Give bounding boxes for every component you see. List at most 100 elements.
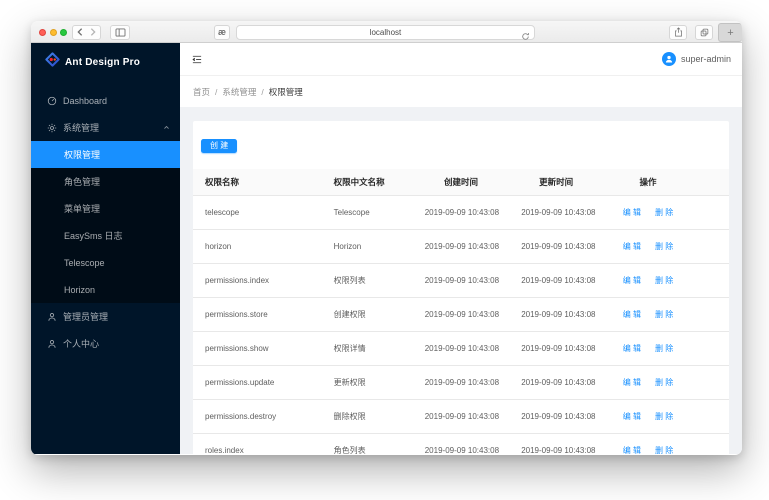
delete-link[interactable]: 删 除: [655, 378, 673, 387]
sidebar-item-label: 菜单管理: [64, 202, 100, 215]
cell-actions: 编 辑删 除: [603, 434, 729, 455]
menu-fold-icon[interactable]: [191, 54, 203, 65]
permissions-card: 创 建 权限名称 权限中文名称 创建时间 更新时间 操作: [193, 121, 729, 454]
cell-actions: 编 辑删 除: [603, 230, 729, 264]
sidebar-item-label: 权限管理: [64, 148, 100, 161]
breadcrumb-system[interactable]: 系统管理: [222, 86, 256, 98]
zoom-window-button[interactable]: [60, 29, 67, 36]
delete-link[interactable]: 删 除: [655, 412, 673, 421]
sidebar-item-label: Dashboard: [63, 96, 107, 106]
minimize-window-button[interactable]: [50, 29, 57, 36]
cell-actions: 编 辑删 除: [603, 264, 729, 298]
sidebar-item-dashboard[interactable]: Dashboard: [31, 87, 180, 114]
breadcrumb-home[interactable]: 首页: [193, 86, 210, 98]
chevron-up-icon: [163, 124, 170, 131]
user-icon: [47, 339, 57, 349]
sidebar-item-permission-management[interactable]: 权限管理: [31, 141, 180, 168]
cell-updated: 2019-09-09 10:43:08: [509, 264, 603, 298]
cell-cn-name: 权限详情: [322, 332, 413, 366]
cell-created: 2019-09-09 10:43:08: [413, 196, 509, 230]
sidebar-item-easysms-log[interactable]: EasySms 日志: [31, 222, 180, 249]
tabs-overview-button[interactable]: [695, 25, 713, 40]
sidebar-item-system-management[interactable]: 系统管理: [31, 114, 180, 141]
sidebar-toggle-button[interactable]: [110, 25, 130, 40]
plus-icon: +: [727, 27, 733, 39]
cell-updated: 2019-09-09 10:43:08: [509, 196, 603, 230]
back-button[interactable]: [72, 25, 87, 40]
delete-link[interactable]: 删 除: [655, 446, 673, 454]
dashboard-icon: [47, 96, 57, 106]
create-button[interactable]: 创 建: [201, 139, 237, 153]
sidebar-item-horizon[interactable]: Horizon: [31, 276, 180, 303]
delete-link[interactable]: 删 除: [655, 242, 673, 251]
breadcrumb-separator: /: [215, 87, 217, 97]
edit-link[interactable]: 编 辑: [623, 242, 641, 251]
ae-glyph-icon: æ: [218, 27, 226, 37]
cell-name: horizon: [193, 230, 322, 264]
logo-text: Ant Design Pro: [65, 57, 140, 68]
cell-updated: 2019-09-09 10:43:08: [509, 400, 603, 434]
cell-actions: 编 辑删 除: [603, 298, 729, 332]
table-row: permissions.destroy 删除权限 2019-09-09 10:4…: [193, 400, 729, 434]
sidebar-item-label: 管理员管理: [63, 310, 108, 323]
sidebar-item-telescope[interactable]: Telescope: [31, 249, 180, 276]
toolbar: 创 建: [193, 135, 729, 153]
user-menu[interactable]: super-admin: [662, 52, 731, 66]
breadcrumb-separator: /: [261, 87, 263, 97]
col-created-at: 创建时间: [413, 169, 509, 196]
sidebar-item-profile-center[interactable]: 个人中心: [31, 330, 180, 357]
cell-actions: 编 辑删 除: [603, 366, 729, 400]
delete-link[interactable]: 删 除: [655, 344, 673, 353]
edit-link[interactable]: 编 辑: [623, 276, 641, 285]
sidebar-item-label: Telescope: [64, 258, 105, 268]
sidebar-menu: Dashboard 系统管理 权限管理 角色管理 菜单管理 EasySms 日志…: [31, 81, 180, 357]
delete-link[interactable]: 删 除: [655, 276, 673, 285]
edit-link[interactable]: 编 辑: [623, 208, 641, 217]
address-bar[interactable]: localhost: [236, 25, 535, 40]
system-management-submenu: 权限管理 角色管理 菜单管理 EasySms 日志 Telescope Hori…: [31, 141, 180, 303]
share-button[interactable]: [669, 25, 687, 40]
forward-button[interactable]: [86, 25, 101, 40]
cell-created: 2019-09-09 10:43:08: [413, 366, 509, 400]
cell-updated: 2019-09-09 10:43:08: [509, 332, 603, 366]
cell-cn-name: 更新权限: [322, 366, 413, 400]
cell-created: 2019-09-09 10:43:08: [413, 400, 509, 434]
tabs-overview-icon: [700, 28, 709, 37]
reload-icon[interactable]: [521, 28, 530, 46]
edit-link[interactable]: 编 辑: [623, 446, 641, 454]
sidebar-item-label: 系统管理: [63, 121, 99, 134]
extension-button[interactable]: æ: [214, 25, 230, 40]
edit-link[interactable]: 编 辑: [623, 412, 641, 421]
main-area: super-admin 首页 / 系统管理 / 权限管理 创 建: [180, 43, 742, 454]
new-tab-button[interactable]: +: [718, 23, 742, 42]
back-chevron-icon: [77, 28, 83, 36]
close-window-button[interactable]: [39, 29, 46, 36]
sidebar: Ant Design Pro Dashboard 系统管理 权限管理 角色: [31, 43, 180, 454]
cell-updated: 2019-09-09 10:43:08: [509, 366, 603, 400]
cell-cn-name: 权限列表: [322, 264, 413, 298]
cell-name: permissions.index: [193, 264, 322, 298]
cell-updated: 2019-09-09 10:43:08: [509, 434, 603, 455]
cell-actions: 编 辑删 除: [603, 400, 729, 434]
cell-name: permissions.update: [193, 366, 322, 400]
cell-name: telescope: [193, 196, 322, 230]
sidebar-item-admin-management[interactable]: 管理员管理: [31, 303, 180, 330]
breadcrumb: 首页 / 系统管理 / 权限管理: [180, 76, 742, 107]
table-row: permissions.index 权限列表 2019-09-09 10:43:…: [193, 264, 729, 298]
delete-link[interactable]: 删 除: [655, 208, 673, 217]
logo[interactable]: Ant Design Pro: [31, 43, 180, 81]
edit-link[interactable]: 编 辑: [623, 344, 641, 353]
sidebar-item-label: 个人中心: [63, 337, 99, 350]
sidebar-item-role-management[interactable]: 角色管理: [31, 168, 180, 195]
cell-name: permissions.store: [193, 298, 322, 332]
sidebar-item-menu-management[interactable]: 菜单管理: [31, 195, 180, 222]
ant-design-logo-icon: [45, 52, 60, 72]
table-row: permissions.show 权限详情 2019-09-09 10:43:0…: [193, 332, 729, 366]
edit-link[interactable]: 编 辑: [623, 378, 641, 387]
cell-actions: 编 辑删 除: [603, 332, 729, 366]
edit-link[interactable]: 编 辑: [623, 310, 641, 319]
col-updated-at: 更新时间: [509, 169, 603, 196]
cell-name: permissions.show: [193, 332, 322, 366]
table-row: roles.index 角色列表 2019-09-09 10:43:08 201…: [193, 434, 729, 455]
delete-link[interactable]: 删 除: [655, 310, 673, 319]
